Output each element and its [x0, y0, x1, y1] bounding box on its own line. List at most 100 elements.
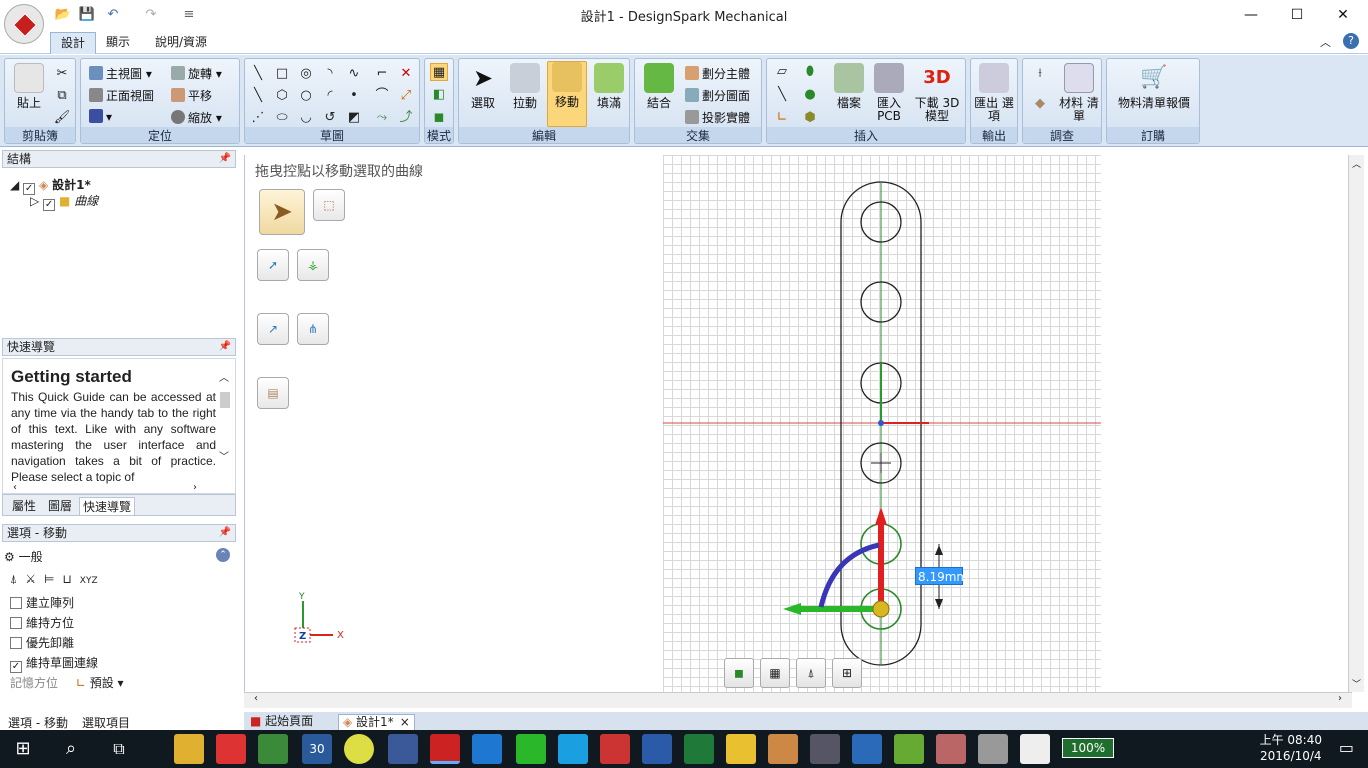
tab-quick-guide[interactable]: 快速導覽	[79, 497, 136, 516]
tab-display[interactable]: 顯示	[96, 32, 140, 54]
move-center-ball[interactable]	[872, 600, 890, 618]
close-tab-icon[interactable]: ×	[400, 715, 410, 729]
zoom-indicator[interactable]: 100%	[1062, 738, 1114, 758]
scroll-left-icon[interactable]: ‹	[254, 693, 258, 704]
array-checkbox[interactable]	[10, 597, 22, 609]
view-button[interactable]: ⊞	[832, 658, 862, 688]
dimension-icon[interactable]: ⊨	[44, 572, 62, 586]
point-tool-icon[interactable]: •	[345, 87, 363, 105]
import-pcb-button[interactable]: 匯入 PCB	[869, 63, 909, 123]
origin-icon[interactable]: ∟	[773, 109, 791, 127]
line-icon[interactable]	[516, 734, 546, 764]
design-canvas[interactable]: 拖曳控點以移動選取的曲線 ➤ ⬚ ➚ ⚶ ↗ ⋔ ▤ Y Z X	[244, 155, 1364, 692]
windows-start-icon[interactable]: ⊞	[8, 734, 38, 764]
copy-icon[interactable]: ⧉	[53, 87, 71, 105]
close-button[interactable]: ✕	[1320, 0, 1366, 30]
select-button[interactable]: ➤ 選取	[463, 63, 503, 110]
scroll-up-icon[interactable]: ︿	[1352, 157, 1361, 170]
pin-icon[interactable]: 📌	[219, 525, 231, 541]
vertical-scrollbar[interactable]: ︿ ﹀	[1348, 155, 1364, 692]
tangent-arc-icon[interactable]: ◜	[321, 87, 339, 105]
pin-icon[interactable]: 📌	[219, 151, 231, 167]
tangent-line-icon[interactable]: ╲	[249, 87, 267, 105]
globe-icon[interactable]	[852, 734, 882, 764]
sphere-icon[interactable]: ●	[801, 86, 819, 104]
rotate-button[interactable]: 旋轉 ▾	[171, 65, 222, 82]
combine-button[interactable]: 結合	[639, 63, 679, 110]
rectangle-tool-icon[interactable]: □	[273, 65, 291, 83]
trim-tool-icon[interactable]: ✕	[397, 65, 415, 83]
chrome-icon[interactable]	[344, 734, 374, 764]
solid-mode-button[interactable]: ◼	[724, 658, 754, 688]
gmail-icon[interactable]	[216, 734, 246, 764]
scroll-down-icon[interactable]: ﹀	[1352, 677, 1361, 690]
scroll-left-icon[interactable]: ‹	[13, 482, 17, 493]
fillet-tool-icon[interactable]: ⌐	[373, 65, 391, 83]
file-button[interactable]: 檔案	[829, 63, 869, 110]
designspark-icon[interactable]	[430, 734, 460, 764]
bom-button[interactable]: 材料 清單	[1059, 63, 1099, 123]
tab-start-page[interactable]: ■ 起始頁面	[246, 714, 317, 730]
option-keep-orientation[interactable]: 維持方位	[10, 614, 74, 631]
anchor-icon[interactable]: ⍋	[10, 572, 25, 586]
facebook-icon[interactable]	[388, 734, 418, 764]
expand-icon[interactable]: ◢	[10, 178, 23, 192]
move-y-arrowhead[interactable]	[875, 507, 887, 525]
move-button[interactable]: 移動	[547, 61, 587, 127]
paint-icon[interactable]	[768, 734, 798, 764]
front-view-button[interactable]: 正面視圖	[89, 87, 154, 104]
orientation-checkbox[interactable]	[10, 617, 22, 629]
dimension-input[interactable]: 8.19mm	[915, 567, 968, 585]
bend-curve-icon[interactable]: ⤳	[373, 109, 391, 127]
detach-checkbox[interactable]	[10, 637, 22, 649]
cut-icon[interactable]: ✂	[53, 65, 71, 83]
sketch-mode-icon[interactable]: ▦	[430, 63, 448, 81]
paste-button[interactable]: 貼上	[9, 63, 49, 110]
zoom-button[interactable]: 縮放 ▾	[171, 109, 222, 126]
app-icon[interactable]	[600, 734, 630, 764]
split-body-button[interactable]: 劃分主體	[685, 65, 750, 82]
extend-curve-icon[interactable]: ⤢	[397, 87, 415, 105]
maximize-button[interactable]: ☐	[1274, 0, 1320, 30]
image-icon[interactable]	[936, 734, 966, 764]
minimize-button[interactable]: —	[1228, 0, 1274, 30]
tab-properties[interactable]: 屬性	[9, 497, 39, 514]
rm-icon[interactable]	[810, 734, 840, 764]
option-create-array[interactable]: 建立陣列	[10, 594, 74, 611]
notification-icon[interactable]: ▭	[1339, 738, 1354, 757]
export-button[interactable]: 匯出 選項	[974, 63, 1014, 123]
word-icon[interactable]	[642, 734, 672, 764]
axis-icon[interactable]: ╲	[773, 86, 791, 104]
chart-icon[interactable]	[894, 734, 924, 764]
project-button[interactable]: 投影實體	[685, 109, 750, 126]
three-point-circle-icon[interactable]: ○	[297, 87, 315, 105]
circle-tool-icon[interactable]: ◎	[297, 65, 315, 83]
polygon-tool-icon[interactable]: ⬡	[273, 87, 291, 105]
clock[interactable]: 上午 08:40 2016/10/4	[1260, 732, 1322, 764]
mass-icon[interactable]: ◆	[1031, 95, 1049, 113]
sketch-checkbox[interactable]: ✓	[10, 661, 22, 673]
three-point-arc-icon[interactable]: ◡	[297, 109, 315, 127]
construction-line-icon[interactable]: ⋰	[249, 109, 267, 127]
pin-icon[interactable]: 📌	[219, 339, 231, 355]
sweep-arc-icon[interactable]: ↺	[321, 109, 339, 127]
file-explorer-icon[interactable]	[174, 734, 204, 764]
app-logo-button[interactable]	[4, 4, 44, 44]
horizontal-scrollbar[interactable]: ‹ ›	[244, 692, 1352, 708]
elephant-icon[interactable]	[978, 734, 1008, 764]
plane-icon[interactable]: ▱	[773, 63, 791, 81]
view-cube-button[interactable]: ▾	[89, 109, 112, 124]
spline-tool-icon[interactable]: ∿	[345, 65, 363, 83]
fill-button[interactable]: 填滿	[589, 63, 629, 110]
split-curve-icon[interactable]: ⤴	[397, 109, 415, 127]
format-painter-icon[interactable]: 🖌	[53, 109, 71, 127]
project-edge-icon[interactable]: ◩	[345, 109, 363, 127]
tree-child[interactable]: ▷ ✓ ■ 曲線	[30, 192, 98, 211]
task-view-icon[interactable]: ⧉	[104, 734, 134, 764]
download-3d-button[interactable]: 3D 下載 3D 模型	[913, 63, 961, 123]
move-x-arrowhead[interactable]	[783, 603, 801, 615]
calendar-icon[interactable]: 30	[302, 734, 332, 764]
ruler-icon[interactable]: ⚔	[25, 572, 44, 586]
tab-design[interactable]: 設計	[50, 32, 97, 54]
option-detach-first[interactable]: 優先卸離	[10, 634, 74, 651]
